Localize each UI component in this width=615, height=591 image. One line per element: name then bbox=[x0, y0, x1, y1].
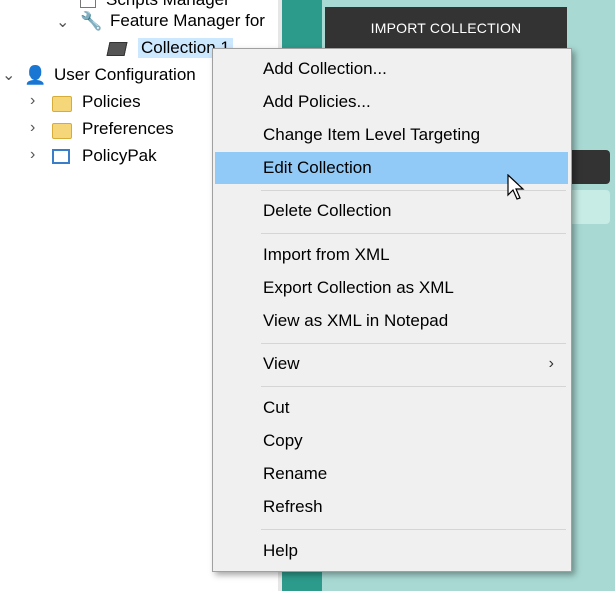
scripts-icon bbox=[80, 0, 96, 8]
menu-separator bbox=[261, 233, 566, 234]
menu-item-view[interactable]: View › bbox=[215, 348, 568, 380]
tree-item-label: Policies bbox=[82, 92, 141, 111]
menu-item-cut[interactable]: Cut bbox=[215, 392, 568, 424]
tree-item-label: PolicyPak bbox=[82, 146, 157, 165]
import-collection-button[interactable]: IMPORT COLLECTION bbox=[325, 7, 567, 49]
folder-icon bbox=[52, 120, 72, 139]
wrench-icon: 🔧 bbox=[80, 11, 103, 31]
chevron-down-icon[interactable]: ⌄ bbox=[56, 12, 69, 32]
menu-item-label: Add Collection... bbox=[263, 59, 387, 78]
menu-item-export-xml[interactable]: Export Collection as XML bbox=[215, 272, 568, 304]
tree-item-policies[interactable]: Policies bbox=[52, 90, 141, 114]
tree-item-user-configuration[interactable]: 👤 User Configuration bbox=[24, 63, 196, 87]
menu-item-label: Delete Collection bbox=[263, 201, 392, 220]
tree-item-policypak[interactable]: PolicyPak bbox=[52, 144, 157, 168]
menu-item-add-policies[interactable]: Add Policies... bbox=[215, 86, 568, 118]
chevron-down-icon[interactable]: ⌄ bbox=[2, 65, 15, 85]
menu-item-label: View as XML in Notepad bbox=[263, 311, 449, 330]
menu-item-label: Refresh bbox=[263, 497, 323, 516]
panel-button-light[interactable] bbox=[570, 190, 610, 224]
tree-item-label: Feature Manager for bbox=[110, 11, 265, 30]
menu-item-label: Export Collection as XML bbox=[263, 278, 454, 297]
mouse-cursor-icon bbox=[507, 174, 525, 200]
menu-item-help[interactable]: Help bbox=[215, 535, 568, 567]
menu-item-refresh[interactable]: Refresh bbox=[215, 491, 568, 523]
panel-button-dark[interactable] bbox=[570, 150, 610, 184]
menu-item-label: Change Item Level Targeting bbox=[263, 125, 481, 144]
menu-item-add-collection[interactable]: Add Collection... bbox=[215, 53, 568, 85]
tree-item-feature-manager[interactable]: 🔧 Feature Manager for bbox=[80, 9, 265, 33]
chevron-right-icon[interactable]: › bbox=[30, 146, 35, 164]
context-menu: Add Collection... Add Policies... Change… bbox=[212, 48, 572, 572]
menu-item-label: Cut bbox=[263, 398, 290, 417]
tree-item-preferences[interactable]: Preferences bbox=[52, 117, 174, 141]
tree-item-label: Preferences bbox=[82, 119, 174, 138]
folder-icon bbox=[52, 93, 72, 112]
menu-separator bbox=[261, 343, 566, 344]
chevron-right-icon[interactable]: › bbox=[30, 119, 35, 137]
collection-icon bbox=[106, 39, 128, 57]
menu-separator bbox=[261, 529, 566, 530]
menu-item-label: Add Policies... bbox=[263, 92, 371, 111]
menu-item-change-targeting[interactable]: Change Item Level Targeting bbox=[215, 119, 568, 151]
menu-separator bbox=[261, 386, 566, 387]
menu-item-label: Edit Collection bbox=[263, 158, 372, 177]
policypak-icon bbox=[52, 147, 72, 165]
menu-item-label: Help bbox=[263, 541, 298, 560]
user-config-icon: 👤 bbox=[24, 65, 47, 85]
chevron-right-icon[interactable]: › bbox=[30, 92, 35, 110]
menu-item-label: Import from XML bbox=[263, 245, 390, 264]
menu-item-import-xml[interactable]: Import from XML bbox=[215, 239, 568, 271]
menu-item-label: View bbox=[263, 354, 300, 373]
menu-item-label: Copy bbox=[263, 431, 303, 450]
menu-item-view-xml-notepad[interactable]: View as XML in Notepad bbox=[215, 305, 568, 337]
chevron-right-icon: › bbox=[548, 355, 554, 372]
menu-item-copy[interactable]: Copy bbox=[215, 425, 568, 457]
tree-item-label: User Configuration bbox=[54, 65, 196, 84]
menu-item-rename[interactable]: Rename bbox=[215, 458, 568, 490]
menu-item-label: Rename bbox=[263, 464, 328, 483]
